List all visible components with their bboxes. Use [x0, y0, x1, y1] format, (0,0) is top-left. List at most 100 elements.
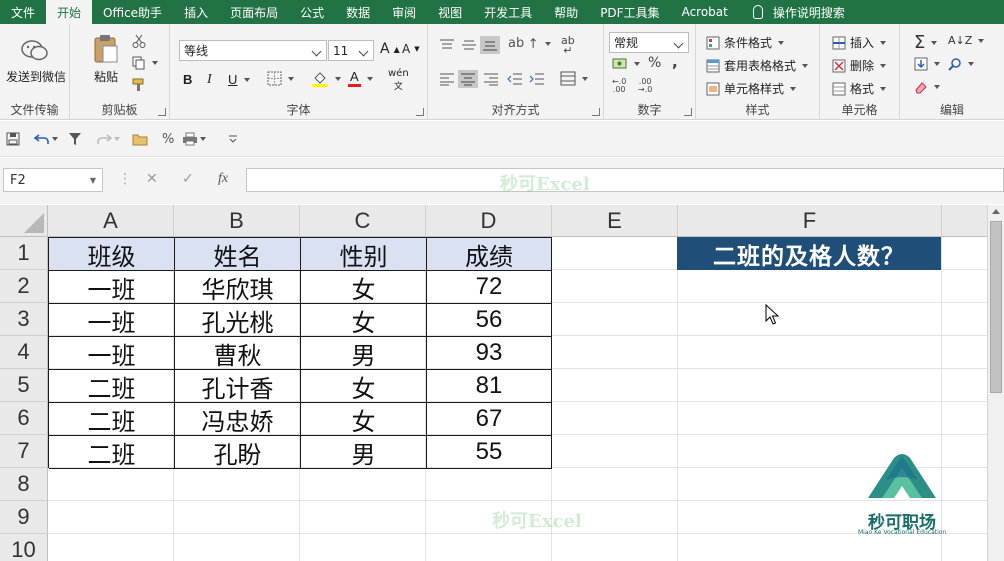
clipboard-launcher-icon[interactable] [158, 108, 166, 116]
row-header-2[interactable]: 2 [0, 270, 48, 303]
send-to-wechat-button[interactable]: 发送到微信 [6, 68, 66, 85]
table-cell[interactable]: 一班 [49, 271, 175, 304]
open-folder-icon[interactable] [132, 130, 148, 148]
customize-toolbar-icon[interactable] [228, 130, 238, 148]
delete-cells-button[interactable]: 删除 [832, 57, 887, 74]
tell-me-search[interactable]: 操作说明搜索 [739, 0, 845, 24]
table-cell[interactable]: 女 [301, 370, 427, 403]
tab-data[interactable]: 数据 [335, 0, 381, 24]
row-header-3[interactable]: 3 [0, 303, 48, 336]
tab-review[interactable]: 审阅 [381, 0, 427, 24]
column-header-a[interactable]: A [48, 205, 174, 237]
tab-developer[interactable]: 开发工具 [473, 0, 543, 24]
find-select-icon[interactable] [948, 57, 974, 71]
table-cell[interactable]: 56 [427, 304, 552, 337]
table-cell[interactable]: 华欣琪 [175, 271, 301, 304]
table-header-cell[interactable]: 姓名 [175, 238, 301, 271]
row-header-4[interactable]: 4 [0, 336, 48, 369]
formula-input[interactable] [246, 168, 1004, 192]
bold-button[interactable]: B [183, 72, 192, 87]
scrollbar-thumb[interactable] [990, 221, 1002, 393]
tab-formulas[interactable]: 公式 [289, 0, 335, 24]
paste-button[interactable]: 粘贴 [94, 68, 118, 85]
table-cell[interactable]: 孔计香 [175, 370, 301, 403]
clear-icon[interactable] [914, 80, 940, 94]
cancel-entry-icon[interactable]: ✕ [146, 171, 158, 187]
accounting-format-icon[interactable] [612, 57, 640, 71]
number-launcher-icon[interactable] [684, 108, 692, 116]
cell-styles-button[interactable]: 单元格样式 [706, 80, 797, 97]
column-header-c[interactable]: C [300, 205, 426, 237]
fill-color-icon[interactable] [311, 70, 341, 88]
question-cell-f1[interactable]: 二班的及格人数？ [677, 237, 941, 270]
tab-page-layout[interactable]: 页面布局 [219, 0, 289, 24]
format-as-table-button[interactable]: 套用表格格式 [706, 57, 809, 74]
table-cell[interactable]: 67 [427, 403, 552, 436]
table-cell[interactable]: 孔盼 [175, 436, 301, 469]
align-right-icon[interactable] [483, 72, 499, 86]
table-cell[interactable]: 男 [301, 337, 427, 370]
tab-pdf-tools[interactable]: PDF工具集 [589, 0, 670, 24]
fill-icon[interactable] [914, 57, 940, 71]
insert-cells-button[interactable]: 插入 [832, 34, 887, 51]
tab-file[interactable]: 文件 [0, 0, 46, 24]
row-header-1[interactable]: 1 [0, 237, 48, 270]
table-cell[interactable]: 曹秋 [175, 337, 301, 370]
copy-icon[interactable] [132, 56, 158, 70]
table-cell[interactable]: 男 [301, 436, 427, 469]
comma-style-button[interactable]: , [672, 53, 678, 71]
table-cell[interactable]: 55 [427, 436, 552, 469]
table-header-cell[interactable]: 性别 [301, 238, 427, 271]
tab-office-assistant[interactable]: Office助手 [92, 0, 173, 24]
conditional-formatting-button[interactable]: 条件格式 [706, 34, 785, 51]
row-header-7[interactable]: 7 [0, 435, 48, 468]
decrease-indent-icon[interactable] [507, 72, 523, 86]
font-name-select[interactable]: 等线 [179, 40, 327, 61]
redo-icon[interactable] [96, 130, 120, 148]
underline-button[interactable]: U [228, 72, 237, 87]
wrap-text-icon[interactable]: ab ↵ [561, 35, 575, 56]
format-cells-button[interactable]: 格式 [832, 80, 887, 97]
column-header-g[interactable] [942, 205, 987, 237]
table-cell[interactable]: 93 [427, 337, 552, 370]
table-cell[interactable]: 一班 [49, 337, 175, 370]
table-header-cell[interactable]: 班级 [49, 238, 175, 271]
scroll-up-icon[interactable] [992, 209, 1000, 214]
italic-button[interactable]: I [207, 72, 212, 88]
tab-view[interactable]: 视图 [427, 0, 473, 24]
undo-icon[interactable] [34, 130, 58, 148]
align-center-icon[interactable] [458, 70, 478, 88]
vertical-scrollbar[interactable] [987, 205, 1004, 561]
save-icon[interactable] [6, 130, 20, 148]
align-bottom-icon[interactable] [480, 36, 500, 54]
row-header-9[interactable]: 9 [0, 501, 48, 534]
align-left-icon[interactable] [439, 72, 455, 86]
increase-indent-icon[interactable] [529, 72, 545, 86]
name-box[interactable]: F2 ▼ [3, 168, 103, 192]
grow-font-button[interactable]: A ▲ [380, 41, 400, 57]
filter-icon[interactable] [68, 130, 82, 148]
percent-icon[interactable]: % [162, 130, 174, 148]
column-header-f[interactable]: F [678, 205, 942, 237]
confirm-entry-icon[interactable]: ✓ [182, 171, 194, 187]
row-header-10[interactable]: 10 [0, 534, 48, 561]
borders-icon[interactable] [267, 71, 294, 86]
row-header-8[interactable]: 8 [0, 468, 48, 501]
table-cell[interactable]: 一班 [49, 304, 175, 337]
underline-dropdown[interactable] [242, 78, 250, 82]
table-cell[interactable]: 二班 [49, 370, 175, 403]
table-cell[interactable]: 二班 [49, 436, 175, 469]
orientation-icon[interactable]: ab ↗ [508, 34, 552, 53]
print-icon[interactable] [182, 130, 206, 148]
table-cell[interactable]: 女 [301, 304, 427, 337]
font-color-icon[interactable]: A [348, 70, 373, 87]
column-header-b[interactable]: B [174, 205, 300, 237]
font-launcher-icon[interactable] [416, 108, 424, 116]
percent-style-button[interactable]: % [648, 55, 661, 71]
select-all-corner[interactable] [0, 205, 48, 237]
column-header-d[interactable]: D [426, 205, 552, 237]
tab-acrobat[interactable]: Acrobat [671, 0, 739, 24]
align-top-icon[interactable] [439, 38, 455, 52]
tab-help[interactable]: 帮助 [543, 0, 589, 24]
increase-decimal-icon[interactable]: ←.0.00 [612, 78, 626, 94]
